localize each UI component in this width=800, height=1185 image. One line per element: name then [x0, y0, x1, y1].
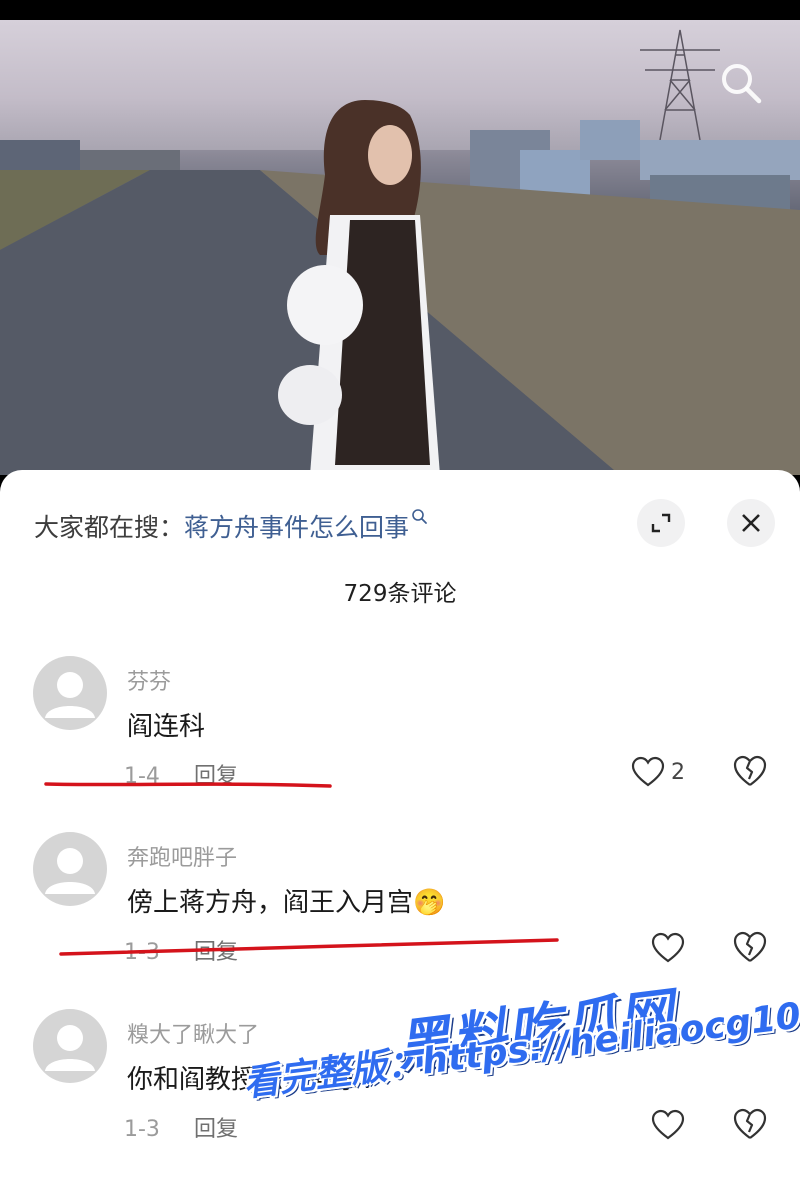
comment-content: 傍上蒋方舟，阎王入月宫🤭 — [127, 888, 446, 918]
search-suggestion-link[interactable]: 蒋方舟事件怎么回事 — [184, 513, 409, 542]
comment-item: 芬芬 阎连科 1-4 回复 2 — [0, 656, 800, 826]
reply-button[interactable]: 回复 — [194, 1117, 238, 1142]
avatar[interactable] — [33, 832, 107, 906]
dislike-button[interactable] — [732, 754, 768, 790]
heart-icon — [631, 756, 665, 787]
comment-username[interactable]: 糗大了瞅大了 — [127, 1017, 259, 1049]
avatar-placeholder-icon — [45, 848, 95, 894]
heart-icon — [651, 1109, 685, 1140]
search-icon[interactable] — [718, 60, 764, 106]
avatar-placeholder-icon — [45, 1025, 95, 1071]
comment-meta: 1-3 回复 — [124, 934, 238, 966]
video-player[interactable] — [0, 20, 800, 475]
comment-content: 你和阎教授怎么回事? — [127, 1065, 375, 1095]
comment-date: 1-4 — [124, 764, 160, 789]
avatar[interactable] — [33, 656, 107, 730]
like-button[interactable]: 2 — [631, 754, 685, 790]
search-icon — [412, 509, 427, 524]
comment-sheet: 大家都在搜：蒋方舟事件怎么回事 729条评论 芬芬 阎连科 1-4 回复 2 奔… — [0, 470, 800, 1185]
like-count: 2 — [671, 759, 685, 785]
comment-meta: 1-3 回复 — [124, 1111, 238, 1143]
comment-count: 729条评论 — [343, 581, 457, 607]
comment-item: 糗大了瞅大了 你和阎教授怎么回事? 1-3 回复 — [0, 1009, 800, 1179]
video-person — [278, 100, 440, 475]
comment-meta: 1-4 回复 — [124, 758, 238, 790]
comment-username[interactable]: 奔跑吧胖子 — [127, 840, 237, 872]
comment-username[interactable]: 芬芬 — [127, 664, 171, 696]
search-suggestion-prefix: 大家都在搜： — [34, 513, 185, 542]
broken-heart-icon — [733, 931, 767, 962]
comment-date: 1-3 — [124, 940, 160, 965]
search-suggestion: 大家都在搜：蒋方舟事件怎么回事 — [34, 508, 429, 544]
expand-icon — [651, 513, 671, 533]
dislike-button[interactable] — [732, 930, 768, 966]
broken-heart-icon — [733, 1108, 767, 1139]
reply-button[interactable]: 回复 — [194, 764, 238, 789]
reply-button[interactable]: 回复 — [194, 940, 238, 965]
comment-content: 阎连科 — [127, 712, 206, 742]
broken-heart-icon — [733, 755, 767, 786]
avatar-placeholder-icon — [45, 672, 95, 718]
dislike-button[interactable] — [732, 1107, 768, 1143]
close-button[interactable] — [727, 499, 775, 547]
like-button[interactable] — [651, 1107, 691, 1143]
heart-icon — [651, 932, 685, 963]
avatar[interactable] — [33, 1009, 107, 1083]
close-icon — [742, 514, 760, 532]
like-button[interactable] — [651, 930, 691, 966]
comment-item: 奔跑吧胖子 傍上蒋方舟，阎王入月宫🤭 1-3 回复 — [0, 832, 800, 1002]
comment-date: 1-3 — [124, 1117, 160, 1142]
expand-button[interactable] — [637, 499, 685, 547]
status-bar — [0, 0, 800, 20]
